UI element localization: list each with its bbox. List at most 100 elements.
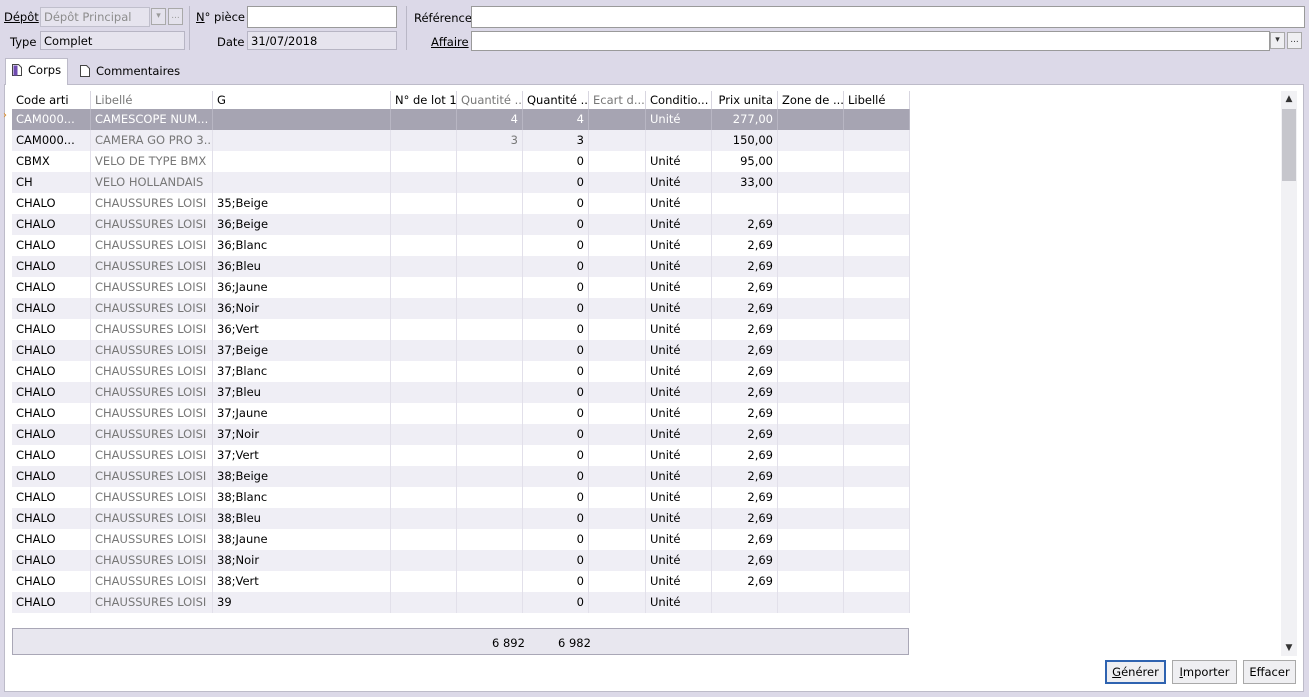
cell-ecart[interactable] xyxy=(589,172,646,193)
table-row[interactable]: CHALO CHAUSSURES LOISI 37;Vert 0 Unité 2,69 xyxy=(12,445,910,466)
table-row[interactable]: CHALO CHAUSSURES LOISI 36;Jaune 0 Unité 2,69 xyxy=(12,277,910,298)
generer-button[interactable]: Générer xyxy=(1105,660,1166,684)
table-row[interactable]: CH VELO HOLLANDAIS 0 Unité 33,00 xyxy=(12,172,910,193)
cell-quantite-2[interactable]: 0 xyxy=(523,508,589,529)
cell-ecart[interactable] xyxy=(589,130,646,151)
cell-prix-unitaire[interactable] xyxy=(712,193,778,214)
cell-ecart[interactable] xyxy=(589,550,646,571)
table-row[interactable]: CHALO CHAUSSURES LOISI 37;Blanc 0 Unité 2,69 xyxy=(12,361,910,382)
cell-lot[interactable] xyxy=(391,109,457,130)
cell-libelle[interactable]: CHAUSSURES LOISI xyxy=(91,382,213,403)
cell-conditionnement[interactable]: Unité xyxy=(646,151,712,172)
cell-gamme[interactable]: 36;Bleu xyxy=(213,256,391,277)
cell-code-article[interactable]: CHALO xyxy=(12,361,91,382)
cell-libelle-2[interactable] xyxy=(844,508,910,529)
cell-libelle[interactable]: CHAUSSURES LOISI xyxy=(91,319,213,340)
tab-corps[interactable]: Corps xyxy=(5,58,69,85)
cell-ecart[interactable] xyxy=(589,298,646,319)
cell-conditionnement[interactable]: Unité xyxy=(646,361,712,382)
cell-zone[interactable] xyxy=(778,529,844,550)
cell-lot[interactable] xyxy=(391,445,457,466)
cell-code-article[interactable]: CAM000... xyxy=(12,130,91,151)
cell-code-article[interactable]: CHALO xyxy=(12,193,91,214)
cell-conditionnement[interactable] xyxy=(646,130,712,151)
cell-prix-unitaire[interactable]: 2,69 xyxy=(712,277,778,298)
cell-zone[interactable] xyxy=(778,235,844,256)
importer-button[interactable]: Importer xyxy=(1172,660,1237,684)
table-row[interactable]: CHALO CHAUSSURES LOISI 36;Vert 0 Unité 2,69 xyxy=(12,319,910,340)
cell-conditionnement[interactable]: Unité xyxy=(646,550,712,571)
cell-prix-unitaire[interactable]: 2,69 xyxy=(712,319,778,340)
cell-conditionnement[interactable]: Unité xyxy=(646,256,712,277)
cell-libelle-2[interactable] xyxy=(844,445,910,466)
cell-quantite-2[interactable]: 0 xyxy=(523,172,589,193)
cell-code-article[interactable]: CHALO xyxy=(12,445,91,466)
column-header-prix-unitaire[interactable]: Prix unita xyxy=(712,91,778,109)
cell-libelle[interactable]: CHAUSSURES LOISI xyxy=(91,277,213,298)
cell-ecart[interactable] xyxy=(589,319,646,340)
cell-conditionnement[interactable]: Unité xyxy=(646,214,712,235)
cell-quantite-2[interactable]: 0 xyxy=(523,214,589,235)
cell-conditionnement[interactable]: Unité xyxy=(646,445,712,466)
cell-prix-unitaire[interactable]: 2,69 xyxy=(712,256,778,277)
cell-quantite-1[interactable] xyxy=(457,235,523,256)
cell-zone[interactable] xyxy=(778,403,844,424)
cell-quantite-1[interactable] xyxy=(457,277,523,298)
cell-prix-unitaire[interactable]: 2,69 xyxy=(712,508,778,529)
cell-quantite-1[interactable] xyxy=(457,529,523,550)
effacer-button[interactable]: Effacer xyxy=(1243,660,1296,684)
cell-gamme[interactable]: 37;Bleu xyxy=(213,382,391,403)
vertical-scrollbar[interactable]: ▲ ▼ xyxy=(1281,91,1297,656)
cell-conditionnement[interactable]: Unité xyxy=(646,109,712,130)
cell-zone[interactable] xyxy=(778,319,844,340)
cell-ecart[interactable] xyxy=(589,571,646,592)
cell-conditionnement[interactable]: Unité xyxy=(646,571,712,592)
column-header-lot[interactable]: N° de lot 1 xyxy=(391,91,457,109)
cell-code-article[interactable]: CHALO xyxy=(12,529,91,550)
cell-quantite-1[interactable] xyxy=(457,424,523,445)
cell-quantite-2[interactable]: 0 xyxy=(523,340,589,361)
cell-code-article[interactable]: CBMX xyxy=(12,151,91,172)
cell-ecart[interactable] xyxy=(589,403,646,424)
depot-ellipsis-button[interactable]: ... xyxy=(168,8,183,25)
cell-libelle[interactable]: CHAUSSURES LOISI xyxy=(91,298,213,319)
cell-lot[interactable] xyxy=(391,508,457,529)
cell-zone[interactable] xyxy=(778,214,844,235)
cell-prix-unitaire[interactable]: 2,69 xyxy=(712,403,778,424)
cell-code-article[interactable]: CHALO xyxy=(12,592,91,613)
cell-ecart[interactable] xyxy=(589,277,646,298)
cell-lot[interactable] xyxy=(391,592,457,613)
scroll-thumb[interactable] xyxy=(1282,109,1296,181)
cell-quantite-1[interactable] xyxy=(457,571,523,592)
cell-code-article[interactable]: CHALO xyxy=(12,550,91,571)
cell-zone[interactable] xyxy=(778,256,844,277)
cell-prix-unitaire[interactable]: 2,69 xyxy=(712,214,778,235)
cell-libelle[interactable]: CHAUSSURES LOISI xyxy=(91,424,213,445)
cell-quantite-1[interactable] xyxy=(457,487,523,508)
table-row[interactable]: CHALO CHAUSSURES LOISI 38;Bleu 0 Unité 2,69 xyxy=(12,508,910,529)
cell-lot[interactable] xyxy=(391,319,457,340)
cell-prix-unitaire[interactable]: 2,69 xyxy=(712,529,778,550)
cell-prix-unitaire[interactable]: 2,69 xyxy=(712,487,778,508)
cell-conditionnement[interactable]: Unité xyxy=(646,235,712,256)
cell-quantite-2[interactable]: 0 xyxy=(523,235,589,256)
cell-quantite-2[interactable]: 0 xyxy=(523,571,589,592)
cell-quantite-2[interactable]: 0 xyxy=(523,277,589,298)
cell-gamme[interactable]: 36;Blanc xyxy=(213,235,391,256)
table-row[interactable]: CHALO CHAUSSURES LOISI 38;Jaune 0 Unité 2,69 xyxy=(12,529,910,550)
cell-gamme[interactable]: 38;Noir xyxy=(213,550,391,571)
table-row[interactable]: CBMX VELO DE TYPE BMX 0 Unité 95,00 xyxy=(12,151,910,172)
table-row[interactable]: CHALO CHAUSSURES LOISI 36;Noir 0 Unité 2,69 xyxy=(12,298,910,319)
cell-quantite-2[interactable]: 0 xyxy=(523,424,589,445)
cell-gamme[interactable]: 38;Jaune xyxy=(213,529,391,550)
cell-gamme[interactable]: 35;Beige xyxy=(213,193,391,214)
cell-ecart[interactable] xyxy=(589,529,646,550)
cell-quantite-1[interactable] xyxy=(457,382,523,403)
cell-gamme[interactable]: 36;Jaune xyxy=(213,277,391,298)
cell-code-article[interactable]: CHALO xyxy=(12,403,91,424)
cell-libelle-2[interactable] xyxy=(844,487,910,508)
cell-quantite-2[interactable]: 0 xyxy=(523,466,589,487)
cell-libelle[interactable]: CHAUSSURES LOISI xyxy=(91,529,213,550)
cell-lot[interactable] xyxy=(391,235,457,256)
cell-conditionnement[interactable]: Unité xyxy=(646,487,712,508)
